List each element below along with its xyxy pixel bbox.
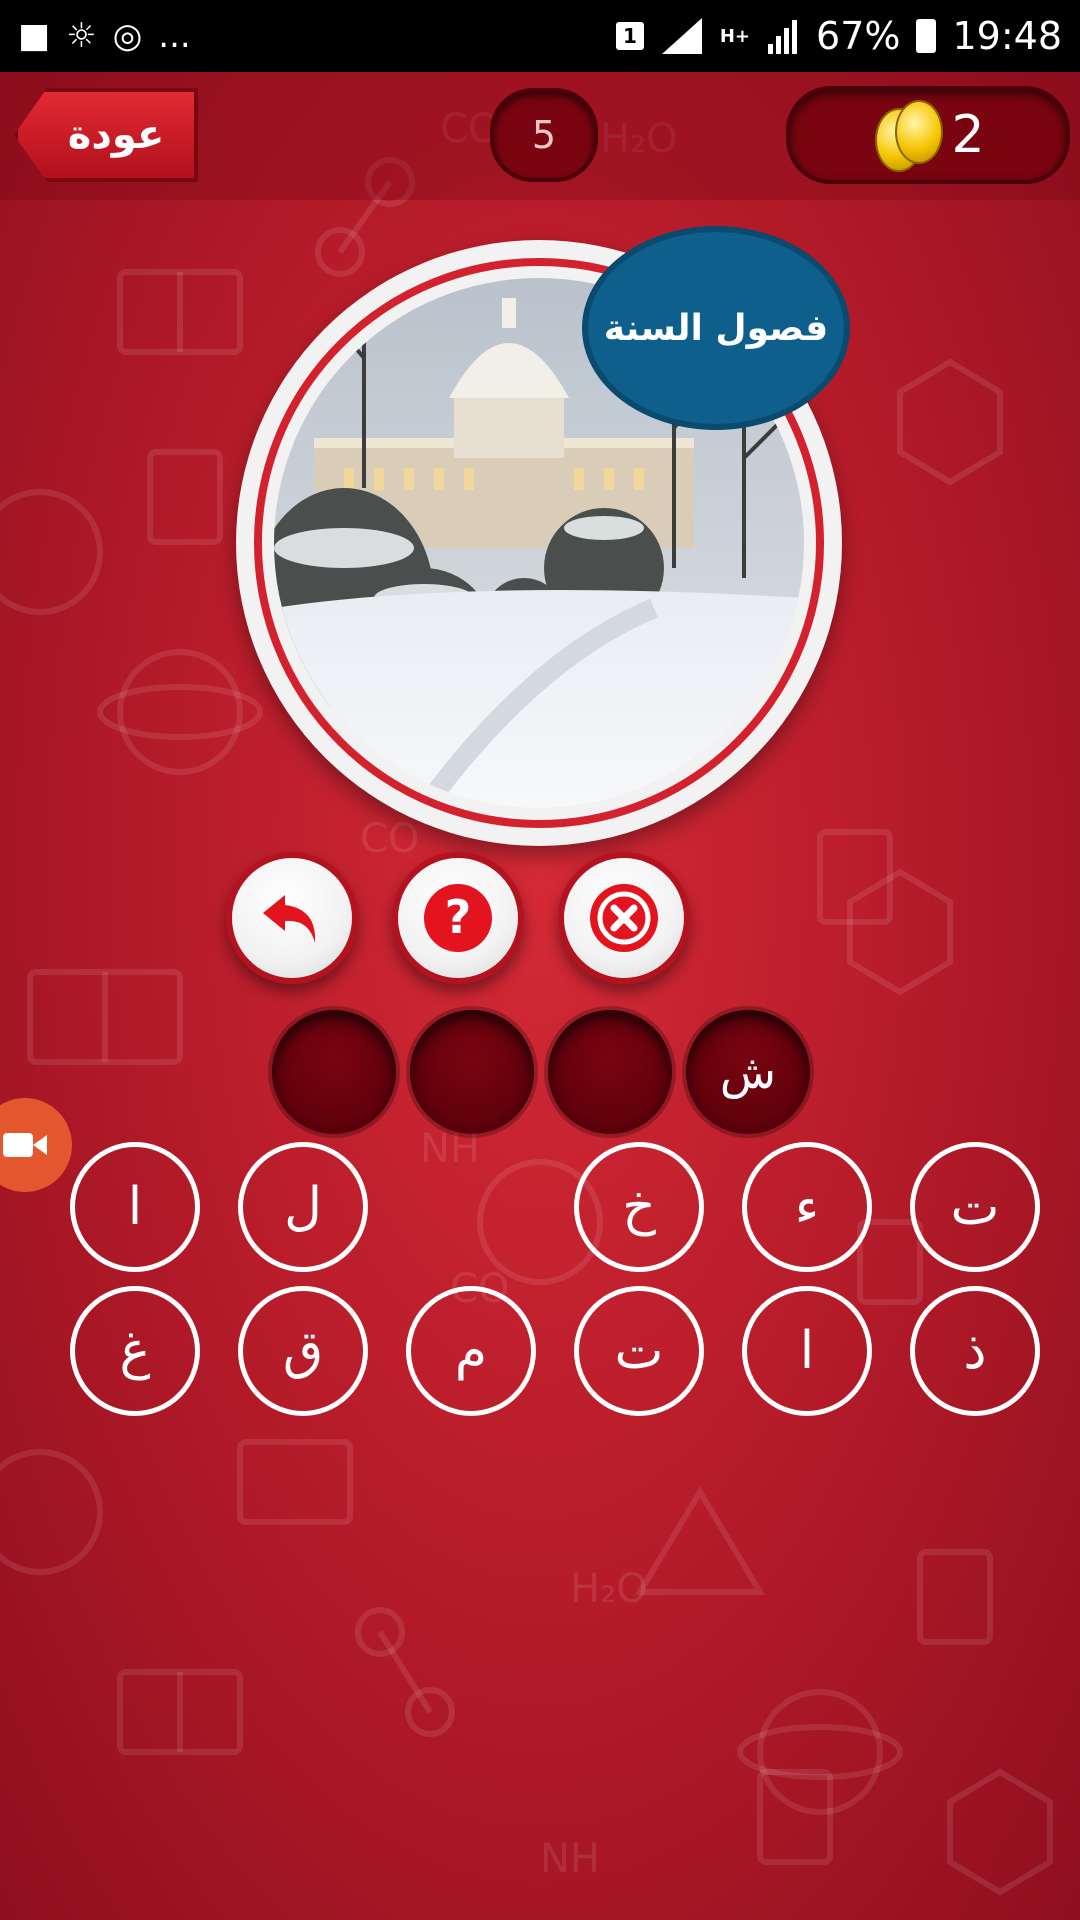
record-video-button[interactable] (0, 1098, 72, 1192)
signal-icon (661, 18, 702, 54)
close-x-icon (590, 884, 658, 952)
letter-tile[interactable]: م (406, 1286, 536, 1416)
video-camera-icon: ■ (18, 16, 51, 56)
back-button[interactable]: عودة (14, 88, 198, 182)
help-button[interactable]: ? (392, 852, 524, 984)
video-camera-icon (3, 1133, 47, 1157)
answer-slot[interactable] (410, 1010, 534, 1134)
undo-button[interactable] (226, 852, 358, 984)
remove-letters-button[interactable] (558, 852, 690, 984)
letter-tile[interactable]: ذ (910, 1286, 1040, 1416)
letter-tile[interactable]: ق (238, 1286, 368, 1416)
question-icon: ? (424, 884, 492, 952)
category-label: فصول السنة (603, 307, 829, 349)
coin-count: 2 (951, 105, 985, 165)
svg-text:CO: CO (360, 816, 419, 862)
sim-badge: 1 (615, 22, 644, 50)
letter-tile[interactable]: ت (574, 1286, 704, 1416)
svg-text:NH: NH (540, 1836, 600, 1882)
letter-tile[interactable]: ا (70, 1142, 200, 1272)
battery-percent: 67% (816, 14, 901, 58)
level-number: 5 (531, 113, 557, 157)
battery-icon (916, 19, 937, 53)
status-left: ■ ☼ ◎ ... (18, 16, 191, 56)
letter-tile[interactable]: ء (742, 1142, 872, 1272)
coins-icon (871, 100, 944, 172)
letter-tile[interactable]: ل (238, 1142, 368, 1272)
back-label: عودة (67, 112, 165, 158)
letter-tile[interactable]: ا (742, 1286, 872, 1416)
network-type: H+ (719, 25, 751, 47)
svg-text:?: ? (445, 890, 472, 944)
answer-slot[interactable] (272, 1010, 396, 1134)
clock: 19:48 (952, 14, 1062, 58)
coin-counter[interactable]: 2 (786, 86, 1070, 184)
weather-icon: ☼ (66, 16, 97, 56)
level-indicator: 5 (490, 88, 598, 182)
category-bubble: فصول السنة (582, 226, 850, 430)
undo-arrow-icon (263, 895, 316, 943)
letter-tile[interactable]: خ (574, 1142, 704, 1272)
more-notifications: ... (158, 16, 191, 56)
svg-text:H₂O: H₂O (570, 1566, 648, 1612)
letter-tile[interactable]: ت (910, 1142, 1040, 1272)
letter-tile[interactable]: غ (70, 1286, 200, 1416)
status-bar: ■ ☼ ◎ ... 1 H+ 67% 19:48 (0, 0, 1080, 72)
answer-slot-filled[interactable]: ش (686, 1010, 810, 1134)
sync-icon: ◎ (112, 16, 143, 56)
signal-icon-2 (768, 20, 798, 54)
answer-slot[interactable] (548, 1010, 672, 1134)
status-right: 1 H+ 67% 19:48 (615, 14, 1062, 58)
